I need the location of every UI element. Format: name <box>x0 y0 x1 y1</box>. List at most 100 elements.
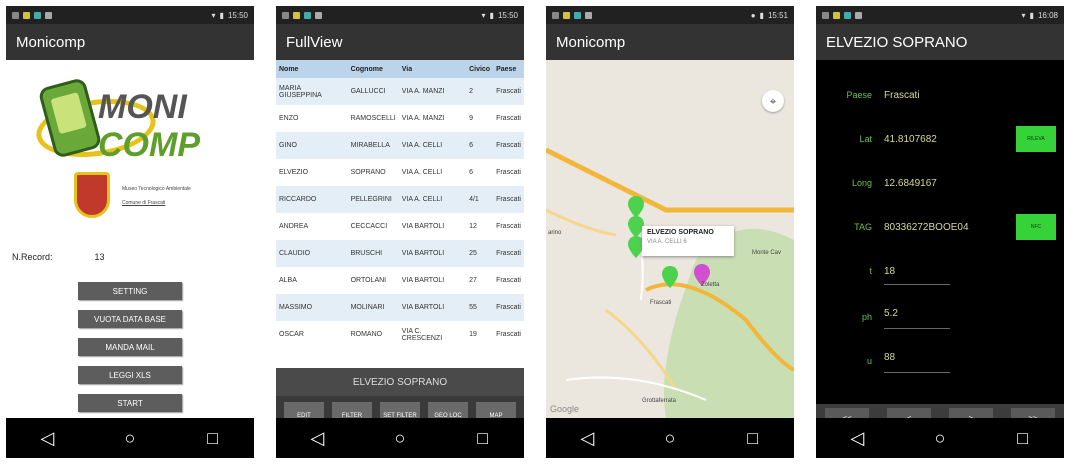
recents-icon[interactable]: □ <box>198 428 228 449</box>
battery-icon: ▮ <box>489 10 494 20</box>
cell: Frascati <box>493 267 524 294</box>
cell: VIA A. CELLI <box>398 186 467 213</box>
map-view[interactable]: ⌖ ELVEZIO SOPRANO VIA A. CELLI 6 Frascat… <box>546 60 794 418</box>
back-icon[interactable]: ◁ <box>842 428 872 449</box>
field-value-lat: 41.8107682 <box>884 134 937 145</box>
recents-icon[interactable]: □ <box>468 428 498 449</box>
cell: MIRABELLA <box>347 132 399 159</box>
input-underline <box>884 284 950 285</box>
status-bar: ▾ ▮ 16:08 <box>816 6 1064 24</box>
column-header: Cognome <box>347 60 399 78</box>
table-row[interactable]: RICCARDO PELLEGRINI VIA A. CELLI 4/1 Frascat… <box>276 186 524 213</box>
field-value-t[interactable]: 18 <box>884 266 895 277</box>
table-row[interactable]: ENZO RAMOSCELLI VIA A. MANZI 9 Frascati <box>276 105 524 132</box>
start-button[interactable]: START <box>78 394 182 412</box>
back-icon[interactable]: ◁ <box>302 428 332 449</box>
cell: CECCACCI <box>347 213 399 240</box>
map-marker-icon[interactable] <box>660 264 680 290</box>
status-time: 15:51 <box>767 10 788 20</box>
cell: ROMANO <box>347 321 399 348</box>
cell: Frascati <box>493 294 524 321</box>
status-time: 15:50 <box>497 10 518 20</box>
column-header: Paese <box>493 60 524 78</box>
input-underline <box>884 372 950 373</box>
cell: ALBA <box>276 267 348 294</box>
home-icon[interactable]: ○ <box>385 428 415 449</box>
museum-caption: Museo Tecnologico Ambientale <box>122 186 191 192</box>
cell: 25 <box>466 240 494 267</box>
cell: Frascati <box>493 321 524 348</box>
app-title: Monicomp <box>6 24 254 60</box>
map-label-grottaferrata: Grottaferrata <box>642 398 677 404</box>
cell: VIA A. MANZI <box>398 105 467 132</box>
cell: 55 <box>466 294 494 321</box>
google-logo: Google <box>550 404 580 414</box>
table-row[interactable]: ALBA ORTOLANI VIA BARTOLI 27 Frascati <box>276 267 524 294</box>
cell: ORTOLANI <box>347 267 399 294</box>
table-row[interactable]: ANDREA CECCACCI VIA BARTOLI 12 Frascati <box>276 213 524 240</box>
comune-caption: Comune di Frascati <box>122 200 166 206</box>
cell: VIA BARTOLI <box>398 240 467 267</box>
cell: Frascati <box>493 132 524 159</box>
map-label-zoletta: Zoletta <box>701 282 720 288</box>
back-icon[interactable]: ◁ <box>32 428 62 449</box>
field-value-long: 12.6849167 <box>884 178 937 189</box>
cell: SOPRANO <box>347 159 399 186</box>
rileva-button[interactable]: RILEVA <box>1016 126 1056 152</box>
input-underline <box>884 328 950 329</box>
recents-icon[interactable]: □ <box>738 428 768 449</box>
cell: RICCARDO <box>276 186 348 213</box>
home-icon[interactable]: ○ <box>115 428 145 449</box>
field-value-u[interactable]: 88 <box>884 352 895 363</box>
table-row[interactable]: CLAUDIO BRUSCHI VIA BARTOLI 25 Frascati <box>276 240 524 267</box>
status-bar: ▾ ▮ 15:50 <box>6 6 254 24</box>
empty-database-button[interactable]: VUOTA DATA BASE <box>78 310 182 328</box>
table-row[interactable]: MARIA GIUSEPPINA GALLUCCI VIA A. MANZI 2 Fra… <box>276 78 524 105</box>
table-header-row: Nome Cognome Via Civico Paese <box>276 60 524 78</box>
table-row[interactable]: ELVEZIO SOPRANO VIA A. CELLI 6 Frascati <box>276 159 524 186</box>
field-label-ph: ph <box>861 312 872 322</box>
send-mail-button[interactable]: MANDA MAIL <box>78 338 182 356</box>
coat-of-arms-icon <box>74 172 110 218</box>
records-table: Nome Cognome Via Civico Paese MARIA GIUS… <box>276 60 524 348</box>
cell: Frascati <box>493 240 524 267</box>
field-label-tag: TAG <box>854 222 872 232</box>
home-icon[interactable]: ○ <box>655 428 685 449</box>
table-row[interactable]: OSCAR ROMANO VIA C. CRESCENZI 19 Frascati <box>276 321 524 348</box>
recents-icon[interactable]: □ <box>1008 428 1038 449</box>
cell: GINO <box>276 132 348 159</box>
screen-full-view: ▾ ▮ 15:50 FullView Nome Cognome Via Civico… <box>276 6 524 458</box>
home-icon[interactable]: ○ <box>925 428 955 449</box>
setting-button[interactable]: SETTING <box>78 282 182 300</box>
status-bar: ▾ ▮ 15:50 <box>276 6 524 24</box>
battery-icon: ▮ <box>1029 10 1034 20</box>
field-value-ph[interactable]: 5.2 <box>884 308 898 319</box>
read-xls-button[interactable]: LEGGI XLS <box>78 366 182 384</box>
record-count-row: N.Record: 13 <box>12 252 105 262</box>
cell: PELLEGRINI <box>347 186 399 213</box>
wifi-icon: ▾ <box>1021 10 1026 20</box>
table-row[interactable]: MASSIMO MOLINARI VIA BARTOLI 55 Frascati <box>276 294 524 321</box>
cell: MASSIMO <box>276 294 348 321</box>
table-row[interactable]: GINO MIRABELLA VIA A. CELLI 6 Frascati <box>276 132 524 159</box>
back-icon[interactable]: ◁ <box>572 428 602 449</box>
my-location-button[interactable]: ⌖ <box>762 90 784 112</box>
cell: 6 <box>466 132 494 159</box>
status-time: 16:08 <box>1037 10 1058 20</box>
cell: 6 <box>466 159 494 186</box>
cell: VIA BARTOLI <box>398 294 467 321</box>
system-nav-bar: ◁ ○ □ <box>6 418 254 458</box>
app-title: Monicomp <box>546 24 794 60</box>
status-time: 15:50 <box>227 10 248 20</box>
record-label: N.Record: <box>12 252 53 262</box>
status-bar: ● ▮ 15:51 <box>546 6 794 24</box>
cell: CLAUDIO <box>276 240 348 267</box>
logo-text-comp: COMP <box>98 126 200 164</box>
field-value-paese: Frascati <box>884 90 920 101</box>
marker-info-window[interactable]: ELVEZIO SOPRANO VIA A. CELLI 6 <box>642 226 734 256</box>
nfc-button[interactable]: NFC <box>1016 214 1056 240</box>
wifi-icon: ▾ <box>481 10 486 20</box>
cell: VIA A. MANZI <box>398 78 467 105</box>
cell: 2 <box>466 78 494 105</box>
app-title: FullView <box>276 24 524 60</box>
